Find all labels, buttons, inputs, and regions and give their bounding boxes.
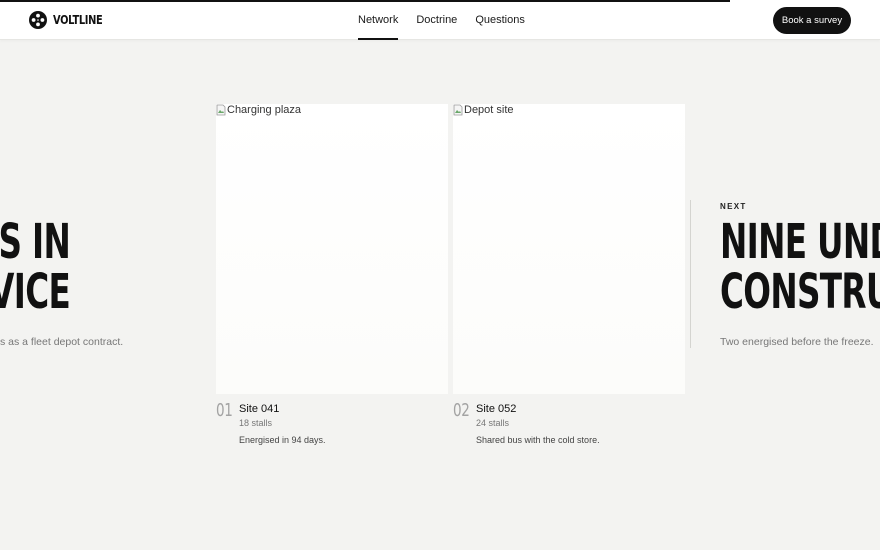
site-card-meta: 02 Site 052 24 stalls Shared bus with th… [453, 394, 685, 454]
site-card-stalls: 24 stalls [476, 418, 510, 428]
broken-image-icon [453, 104, 463, 116]
film-reel-icon [29, 11, 47, 29]
previous-title-line: VICE [0, 264, 71, 320]
site-card-note: Shared bus with the cold store. [476, 435, 600, 445]
previous-slide-title: ES IN VICE [0, 214, 71, 320]
previous-title-line: ES IN [0, 214, 71, 270]
previous-slide: ES IN VICE [0, 214, 71, 320]
site-card-note: Energised in 94 days. [239, 435, 326, 445]
site-card-stalls: 18 stalls [239, 418, 273, 428]
site-card-title: Site 041 [239, 403, 280, 415]
site-card-number: 01 [216, 400, 233, 421]
nav-item-network[interactable]: Network [358, 0, 399, 40]
nav-item-questions[interactable]: Questions [475, 0, 525, 40]
site-card[interactable]: Depot site 02 Site 052 24 stalls Shared … [453, 104, 685, 454]
site-card-number: 02 [453, 400, 470, 421]
next-title-line: NINE UND [720, 214, 880, 270]
brand-logo[interactable]: VOLTLINE [29, 11, 113, 29]
slide-divider [690, 200, 691, 348]
next-title-line: CONSTRU [720, 264, 880, 320]
site-image: Depot site [453, 104, 685, 394]
broken-image-icon [216, 104, 226, 116]
site-image: Charging plaza [216, 104, 448, 394]
site-header: VOLTLINE Network Doctrine Questions Book… [0, 0, 880, 40]
book-survey-button[interactable]: Book a survey [773, 7, 851, 34]
broken-image-alt: Depot site [453, 104, 514, 116]
broken-image-alt: Charging plaza [216, 104, 301, 116]
main-nav: Network Doctrine Questions [358, 0, 525, 40]
next-slide-title: NINE UND CONSTRU [720, 217, 880, 317]
site-card-title: Site 052 [476, 403, 517, 415]
nav-item-doctrine[interactable]: Doctrine [416, 0, 457, 40]
site-card[interactable]: Charging plaza 01 Site 041 18 stalls Ene… [216, 104, 448, 454]
next-label: NEXT [720, 202, 747, 211]
next-slide[interactable]: NEXT NINE UND CONSTRU Two energised befo… [720, 200, 880, 360]
previous-slide-subtitle: s as a fleet depot contract. [0, 336, 124, 348]
next-slide-subtitle: Two energised before the freeze. [720, 336, 874, 348]
brand-name: VOLTLINE [53, 13, 103, 27]
site-card-meta: 01 Site 041 18 stalls Energised in 94 da… [216, 394, 448, 454]
